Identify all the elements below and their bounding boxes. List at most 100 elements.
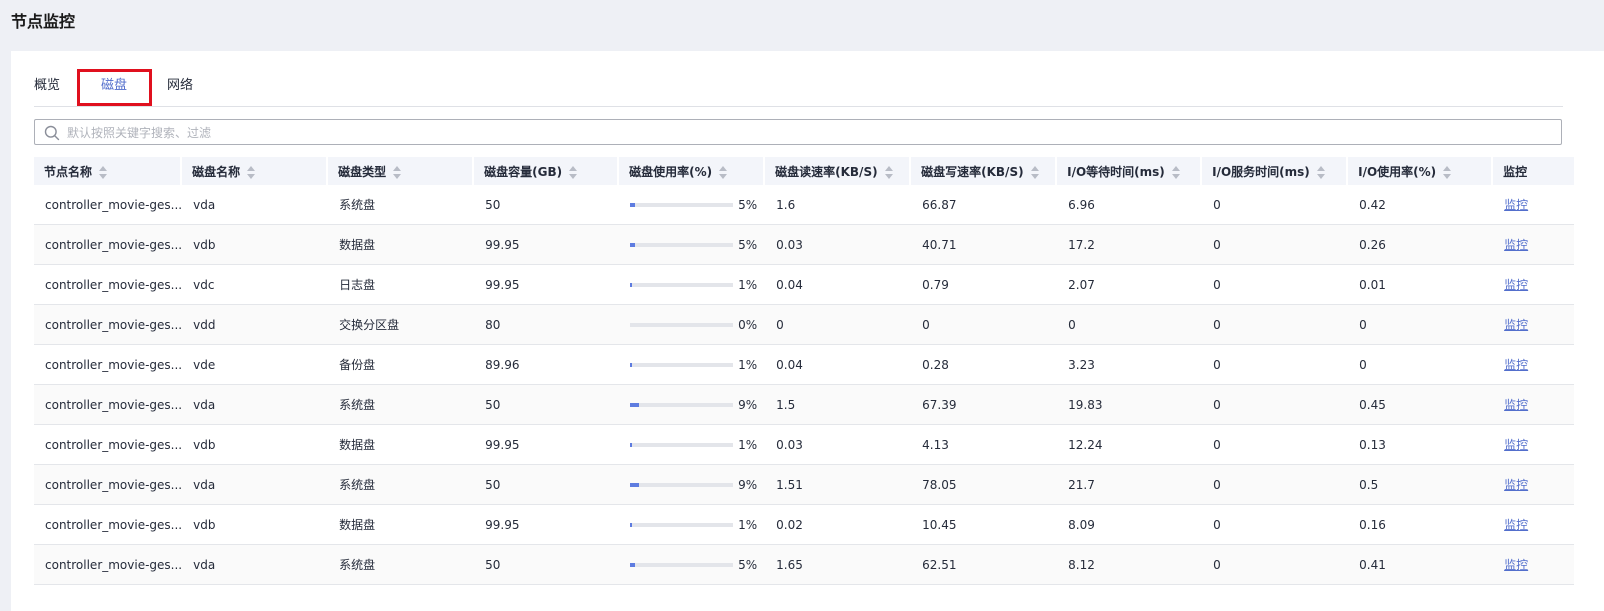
monitor-link[interactable]: 监控 — [1504, 238, 1528, 252]
usage-percent: 1% — [738, 277, 758, 292]
cell-action: 监控 — [1493, 344, 1575, 385]
sort-icon[interactable] — [393, 165, 402, 179]
cell-io_service: 0 — [1202, 544, 1349, 585]
sort-icon[interactable] — [1316, 165, 1325, 179]
usage-bar — [630, 282, 734, 287]
usage-bar-fill — [630, 242, 636, 247]
table-row: controller_movie-ges... vdc 日志盘 99.95 1% 0.04… — [34, 264, 1575, 305]
cell-write: 10.45 — [911, 504, 1058, 545]
sort-icon[interactable] — [99, 165, 108, 179]
cell-disk: vdc — [182, 264, 329, 305]
cell-io_usage: 0 — [1348, 344, 1494, 385]
table-row: controller_movie-ges... vda 系统盘 50 5% 1.65 62.… — [34, 544, 1575, 585]
cell-write: 67.39 — [911, 384, 1058, 425]
search-input[interactable] — [65, 121, 1549, 145]
cell-io_usage: 0.26 — [1348, 224, 1494, 265]
column-header[interactable]: 磁盘写速率(KB/S) — [911, 157, 1058, 185]
tab-label: 网络 — [167, 78, 194, 93]
cell-capacity: 50 — [474, 464, 620, 505]
usage-bar-fill — [630, 562, 636, 567]
monitor-link[interactable]: 监控 — [1504, 398, 1528, 412]
cell-io_service: 0 — [1202, 464, 1349, 505]
usage-percent: 1% — [738, 517, 758, 532]
column-header[interactable]: 磁盘容量(GB) — [474, 157, 620, 185]
sort-icon[interactable] — [884, 165, 893, 179]
cell-read: 0 — [765, 304, 912, 345]
usage-bar-fill — [630, 522, 632, 527]
cell-usage: 5% — [619, 544, 766, 585]
cell-usage: 5% — [619, 185, 766, 225]
table-header-row: 节点名称 磁盘名称 磁盘类型 磁盘容量(GB) 磁盘使用率(%) 磁盘读速率(K… — [34, 157, 1575, 185]
cell-read: 1.51 — [765, 464, 912, 505]
monitor-link[interactable]: 监控 — [1504, 518, 1528, 532]
table-row: controller_movie-ges... vda 系统盘 50 9% 1.51 78.… — [34, 464, 1575, 505]
usage-percent: 1% — [738, 437, 758, 452]
monitor-link[interactable]: 监控 — [1504, 318, 1528, 332]
sort-icon[interactable] — [569, 165, 578, 179]
cell-read: 0.04 — [765, 344, 912, 385]
cell-io_wait: 8.12 — [1057, 544, 1203, 585]
monitor-link[interactable]: 监控 — [1504, 558, 1528, 572]
cell-disk: vdb — [182, 504, 329, 545]
monitor-link[interactable]: 监控 — [1504, 478, 1528, 492]
column-header[interactable]: 磁盘类型 — [328, 157, 475, 185]
usage-percent: 9% — [738, 397, 758, 412]
cell-action: 监控 — [1493, 544, 1575, 585]
search-box[interactable] — [34, 119, 1562, 145]
cell-type: 日志盘 — [328, 264, 475, 305]
column-header[interactable]: I/O使用率(%) — [1348, 157, 1494, 185]
collapse-handle[interactable] — [11, 396, 14, 462]
column-header[interactable]: 磁盘名称 — [182, 157, 329, 185]
usage-percent: 5% — [738, 557, 758, 572]
cell-read: 1.5 — [765, 384, 912, 425]
cell-action: 监控 — [1493, 185, 1575, 225]
column-header[interactable]: 磁盘读速率(KB/S) — [765, 157, 912, 185]
monitor-link[interactable]: 监控 — [1504, 198, 1528, 212]
column-header[interactable]: I/O服务时间(ms) — [1202, 157, 1349, 185]
cell-node: controller_movie-ges... — [34, 344, 183, 385]
tab-network[interactable]: 网络 — [167, 68, 193, 104]
sort-icon[interactable] — [719, 165, 728, 179]
cell-io_usage: 0.16 — [1348, 504, 1494, 545]
tab-overview[interactable]: 概览 — [34, 68, 60, 104]
cell-usage: 1% — [619, 504, 766, 545]
usage-percent: 5% — [738, 197, 758, 212]
column-header[interactable]: 磁盘使用率(%) — [619, 157, 766, 185]
cell-write: 0.79 — [911, 264, 1058, 305]
usage-bar — [630, 522, 734, 527]
sort-icon[interactable] — [1171, 165, 1180, 179]
monitor-link[interactable]: 监控 — [1504, 278, 1528, 292]
cell-write: 78.05 — [911, 464, 1058, 505]
sort-icon[interactable] — [1443, 165, 1452, 179]
cell-capacity: 99.95 — [474, 224, 620, 265]
usage-bar — [630, 442, 734, 447]
cell-capacity: 50 — [474, 384, 620, 425]
cell-write: 40.71 — [911, 224, 1058, 265]
monitor-link[interactable]: 监控 — [1504, 358, 1528, 372]
column-header[interactable]: I/O等待时间(ms) — [1057, 157, 1203, 185]
usage-percent: 1% — [738, 357, 758, 372]
cell-type: 系统盘 — [328, 464, 475, 505]
usage-bar — [630, 482, 734, 487]
monitor-link[interactable]: 监控 — [1504, 438, 1528, 452]
cell-io_usage: 0.41 — [1348, 544, 1494, 585]
table-row: controller_movie-ges... vdb 数据盘 99.95 5% 0.03… — [34, 224, 1575, 265]
cell-disk: vdb — [182, 224, 329, 265]
usage-bar-fill — [630, 402, 640, 407]
cell-capacity: 50 — [474, 544, 620, 585]
sort-icon[interactable] — [1030, 165, 1039, 179]
cell-disk: vde — [182, 344, 329, 385]
table-row: controller_movie-ges... vde 备份盘 89.96 1% 0.04… — [34, 344, 1575, 385]
column-header[interactable]: 节点名称 — [34, 157, 183, 185]
sort-icon[interactable] — [247, 165, 256, 179]
page-title: 节点监控 — [11, 12, 76, 31]
cell-type: 系统盘 — [328, 185, 475, 225]
cell-io_usage: 0.5 — [1348, 464, 1494, 505]
cell-type: 数据盘 — [328, 504, 475, 545]
usage-bar-fill — [630, 362, 632, 367]
cell-write: 0 — [911, 304, 1058, 345]
usage-percent: 0% — [738, 317, 758, 332]
cell-io_service: 0 — [1202, 224, 1349, 265]
cell-usage: 9% — [619, 464, 766, 505]
cell-io_usage: 0 — [1348, 304, 1494, 345]
